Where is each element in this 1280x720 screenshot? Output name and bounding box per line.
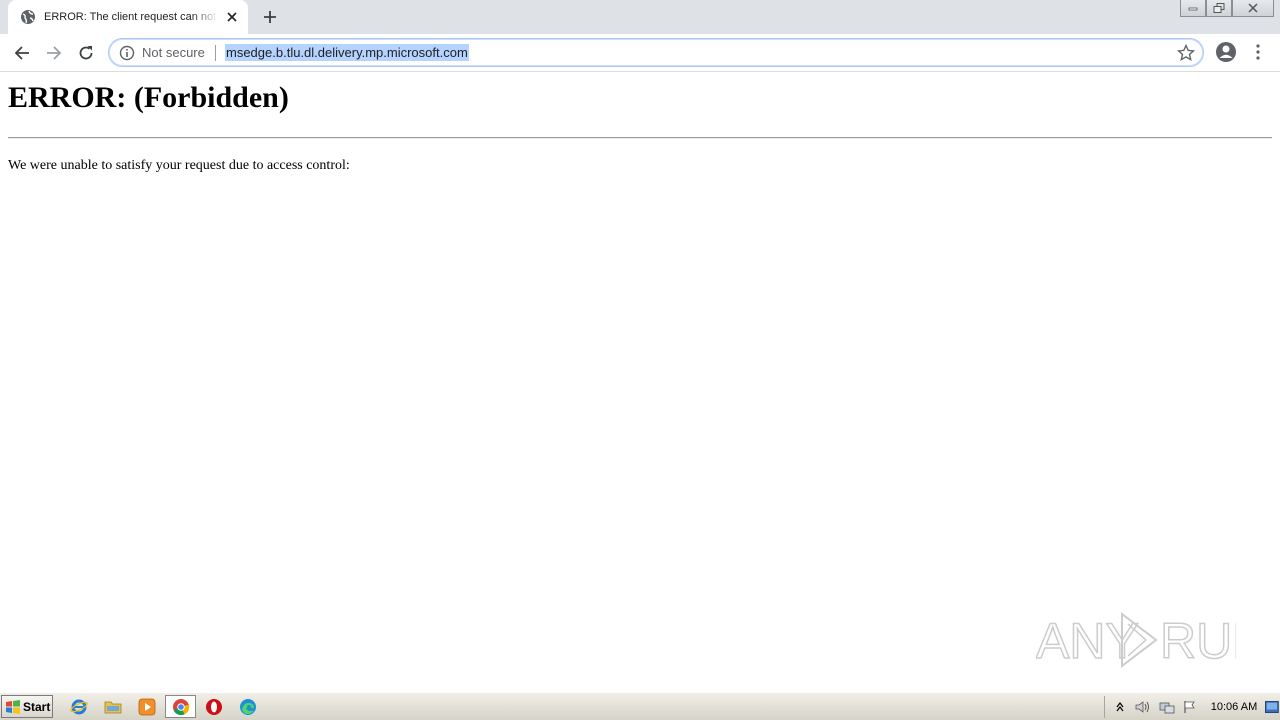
browser-tab[interactable]: ERROR: The client request can not be <box>8 0 248 34</box>
window-controls <box>1180 0 1274 18</box>
start-label: Start <box>23 699 51 714</box>
edge-icon[interactable] <box>238 697 258 717</box>
chrome-icon[interactable] <box>171 697 191 717</box>
back-arrow-icon[interactable] <box>9 40 35 66</box>
action-center-flag-icon[interactable] <box>1183 699 1197 715</box>
page-content: ERROR: (Forbidden) We were unable to sat… <box>0 72 1280 692</box>
restore-icon[interactable] <box>1206 0 1232 17</box>
show-desktop-icon[interactable] <box>1265 700 1279 714</box>
tab-strip: ERROR: The client request can not be <box>0 0 1280 34</box>
folder-icon[interactable] <box>103 697 123 717</box>
profile-avatar-icon[interactable] <box>1214 40 1238 64</box>
anyrun-watermark-logo: ANY RUN <box>1036 611 1236 670</box>
browser-menu-icon[interactable] <box>1250 40 1266 64</box>
forward-arrow-icon[interactable] <box>41 40 67 66</box>
bookmark-star-icon[interactable] <box>1177 44 1195 62</box>
taskbar-clock[interactable]: 10:06 AM <box>1211 701 1257 713</box>
tab-close-icon[interactable] <box>224 9 240 25</box>
not-secure-label[interactable]: Not secure <box>142 45 205 60</box>
omnibox-divider <box>215 45 216 61</box>
browser-toolbar: Not secure msedge.b.tlu.dl.delivery.mp.m… <box>0 34 1280 72</box>
address-bar[interactable]: Not secure msedge.b.tlu.dl.delivery.mp.m… <box>108 38 1204 67</box>
horizontal-rule <box>8 137 1272 139</box>
reload-icon[interactable] <box>73 40 99 66</box>
network-icon[interactable] <box>1159 699 1175 715</box>
internet-explorer-icon[interactable] <box>69 697 89 717</box>
start-button[interactable]: Start <box>1 695 53 718</box>
watermark-left-text: ANY <box>1036 613 1139 669</box>
minimize-icon[interactable] <box>1180 0 1206 17</box>
window-close-icon[interactable] <box>1232 0 1274 17</box>
globe-icon <box>21 10 35 24</box>
tab-title: ERROR: The client request can not be <box>44 11 218 23</box>
new-tab-plus-icon[interactable] <box>258 6 282 28</box>
media-player-icon[interactable] <box>137 697 157 717</box>
watermark-right-text: RUN <box>1160 613 1236 669</box>
windows-logo-icon <box>6 699 20 714</box>
error-message: We were unable to satisfy your request d… <box>8 158 350 173</box>
page-title: ERROR: (Forbidden) <box>8 81 289 114</box>
volume-icon[interactable] <box>1135 699 1151 715</box>
info-icon[interactable] <box>119 45 135 61</box>
show-hidden-icons-chevron-icon[interactable] <box>1113 699 1127 715</box>
opera-icon[interactable] <box>204 697 224 717</box>
url-text[interactable]: msedge.b.tlu.dl.delivery.mp.microsoft.co… <box>225 44 469 61</box>
taskbar: Start 10:06 AM <box>0 692 1280 720</box>
system-tray: 10:06 AM <box>1104 696 1279 718</box>
